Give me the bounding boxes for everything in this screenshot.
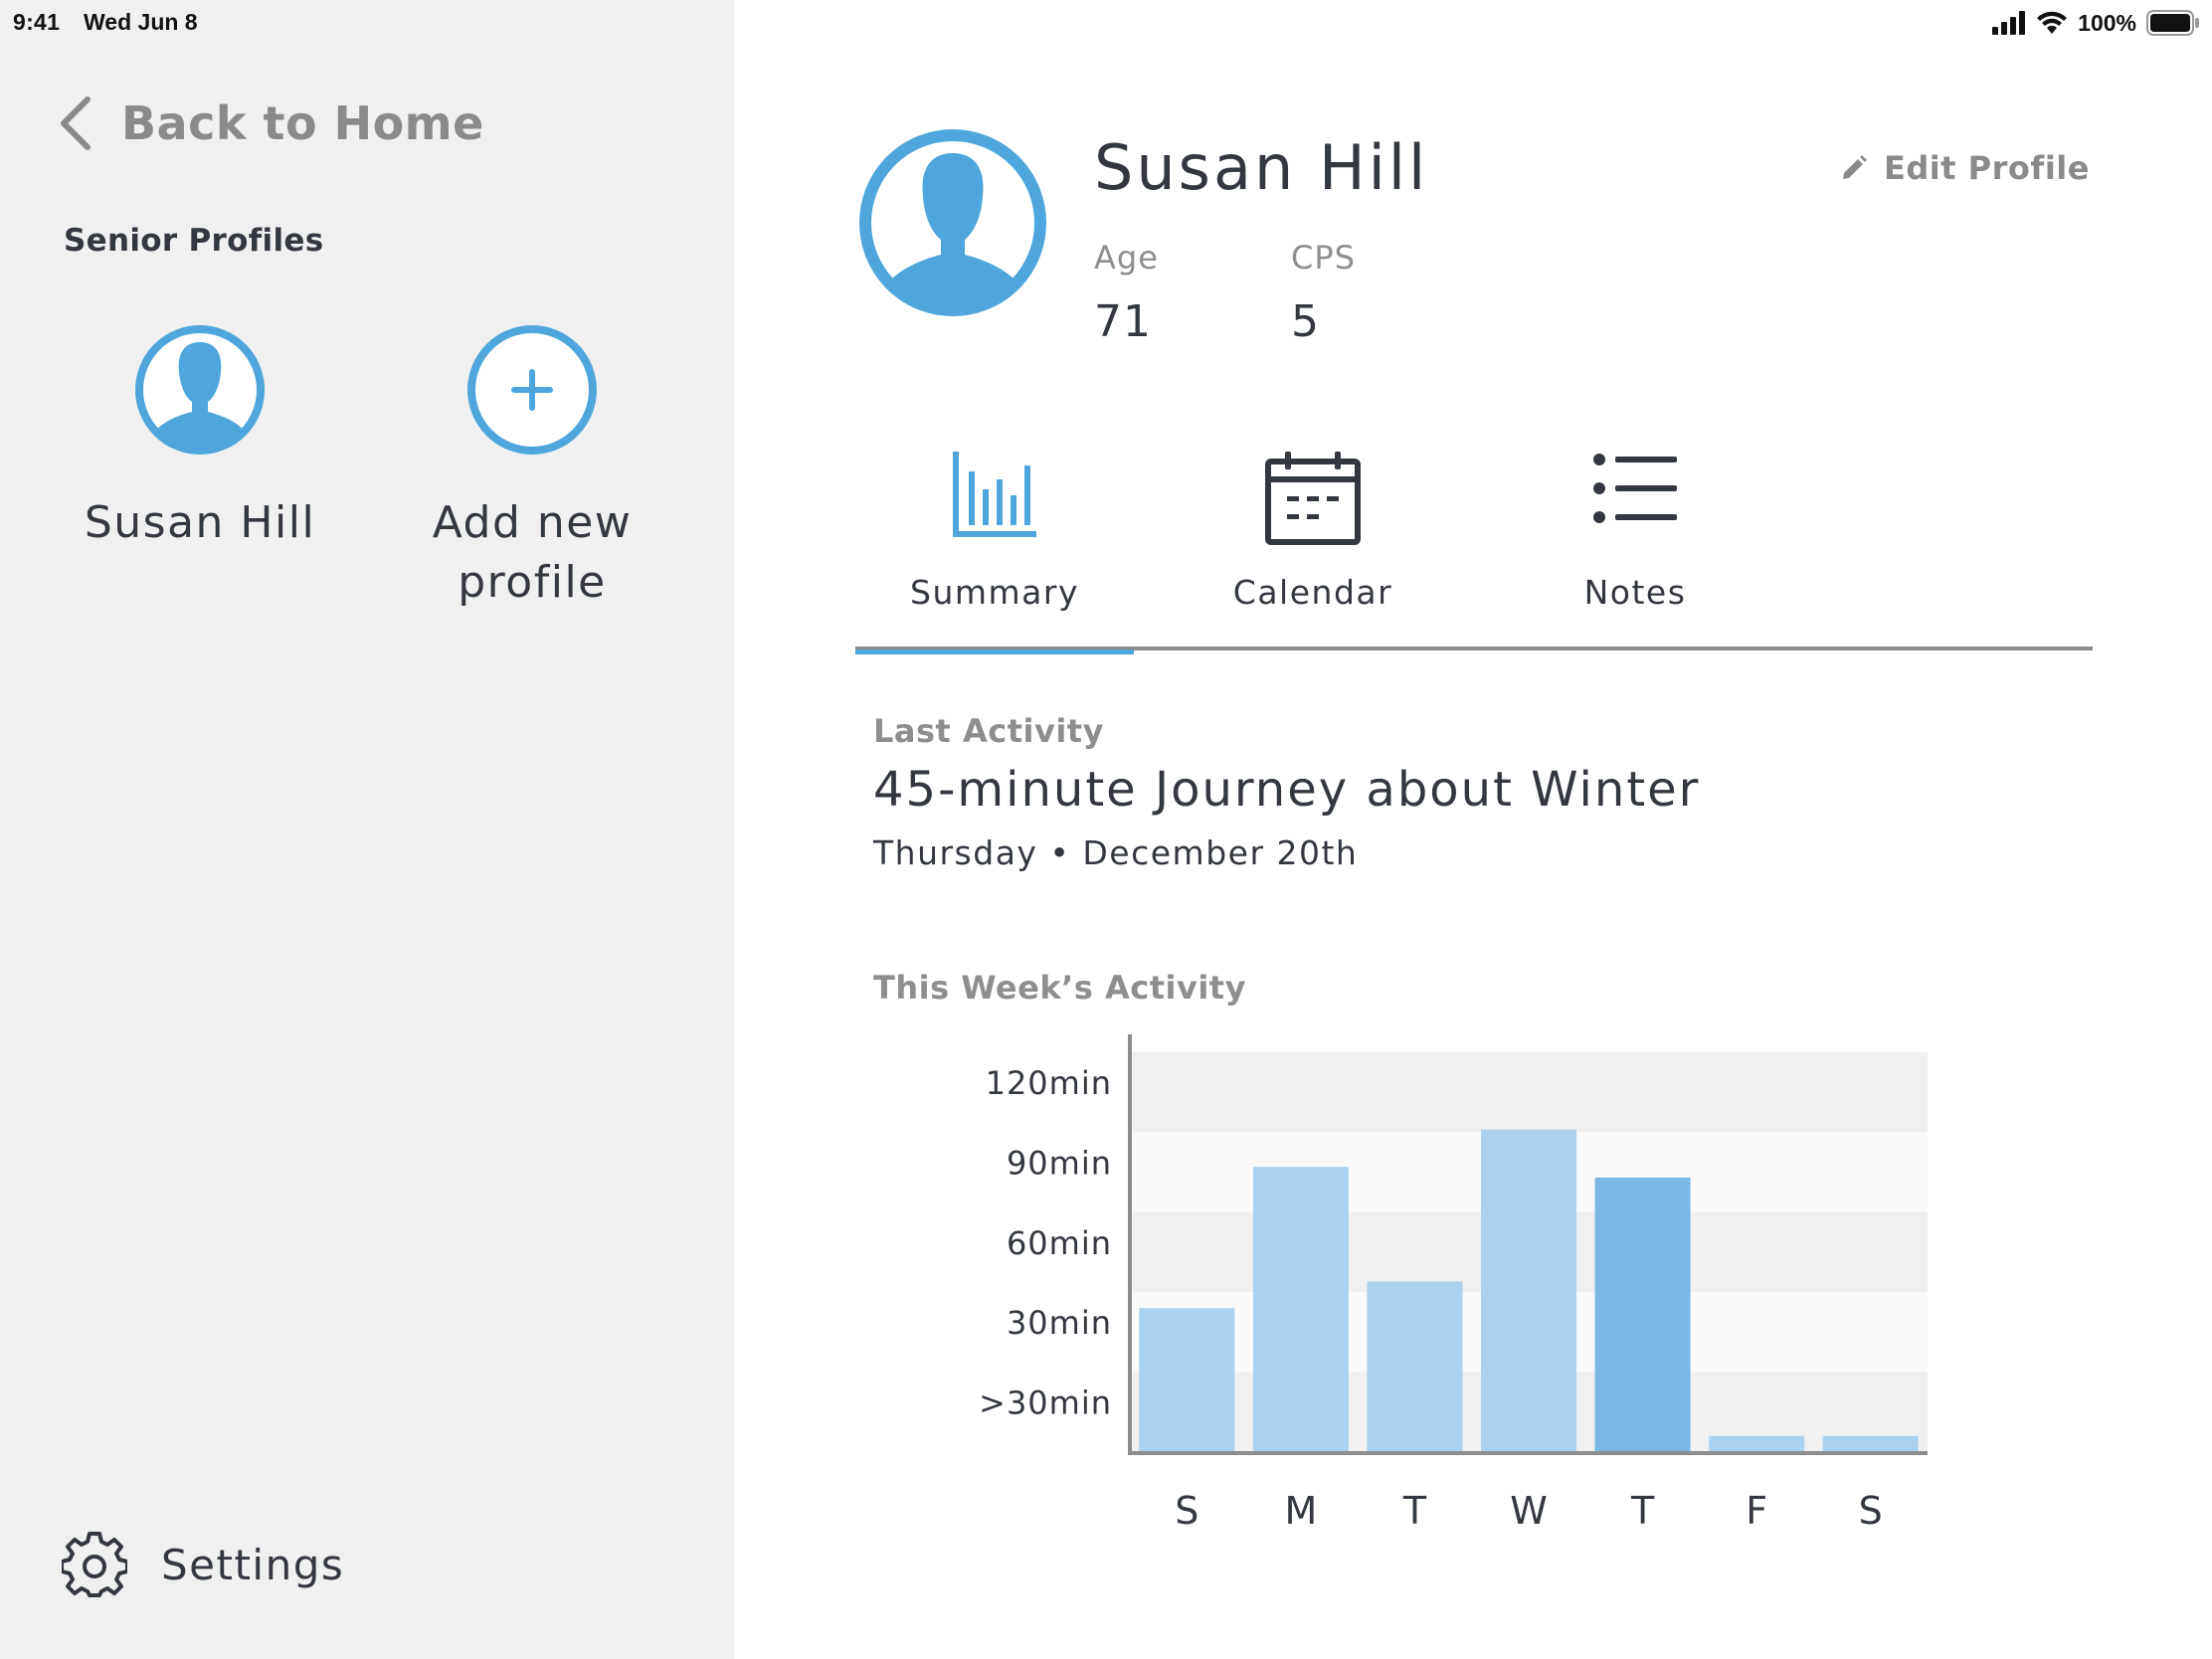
weekly-activity-chart: >30min 30min 60min 90min 120min S M T W T F S [979,1034,1928,1533]
last-activity-date: Thursday • December 20th [873,833,1359,872]
y-tick-label: 120min [986,1064,1112,1102]
profile-name-heading: Susan Hill [1094,131,1429,204]
status-bar: 9:41 Wed Jun 8 100% [0,0,2212,48]
battery-percentage: 100% [2078,9,2136,36]
x-tick-label: S [1175,1489,1198,1533]
x-tick-label: F [1746,1489,1767,1533]
chart-bar [1822,1435,1919,1452]
age-label: Age [1094,239,1159,276]
tab-summary[interactable]: Summary [855,428,1134,654]
add-new-profile-line2: profile [458,557,607,608]
x-tick-label: W [1510,1489,1548,1533]
y-tick-label: 90min [1007,1144,1112,1182]
tab-notes[interactable]: Notes [1496,428,1774,650]
active-tab-indicator [855,649,1134,654]
week-activity-label: This Week’s Activity [873,969,1246,1007]
add-new-profile-line1: Add new [432,497,633,548]
add-new-profile-button[interactable]: Add new profile [383,324,681,613]
settings-button[interactable]: Settings [62,1532,344,1597]
back-to-home-label: Back to Home [121,96,484,150]
status-time: 9:41 [13,9,61,35]
chart-bar [1481,1129,1576,1452]
list-icon [1593,454,1677,523]
cps-stat: CPS 5 [1291,239,1356,347]
x-tick-label: T [1402,1489,1427,1533]
chart-bar [1139,1308,1235,1452]
status-date: Wed Jun 8 [84,9,198,35]
chart-bar [1709,1435,1805,1452]
tab-calendar-label: Calendar [1232,573,1393,612]
chart-bar [1252,1167,1349,1452]
gear-icon [62,1532,127,1597]
status-indicators: 100% [1992,8,2200,38]
cps-value: 5 [1291,296,1320,347]
chevron-left-icon [61,96,91,150]
chart-bar [1594,1177,1691,1452]
battery-icon [2146,10,2199,36]
y-tick-label: 30min [1007,1304,1112,1342]
chart-bar [1367,1281,1463,1452]
plus-circle-icon [467,325,597,455]
profile-avatar-icon [859,129,1046,316]
y-tick-label: 60min [1007,1224,1112,1262]
last-activity-label: Last Activity [873,712,1104,750]
settings-label: Settings [161,1540,345,1589]
profile-name: Susan Hill [84,497,316,548]
add-new-profile-label: Add new profile [383,493,681,613]
age-stat: Age 71 [1094,239,1159,347]
tab-calendar[interactable]: Calendar [1174,428,1452,650]
person-avatar-icon [135,325,265,455]
edit-profile-button[interactable]: Edit Profile [1840,149,2090,187]
bar-chart-icon [953,452,1036,537]
last-activity-title: 45-minute Journey about Winter [873,762,1701,818]
cps-label: CPS [1291,239,1356,276]
back-to-home-link[interactable]: Back to Home [58,95,484,151]
tab-summary-label: Summary [910,573,1079,612]
pencil-icon [1843,155,1867,179]
profile-tile-susan-hill[interactable]: Susan Hill [51,324,349,553]
calendar-icon [1265,452,1361,545]
wifi-icon [2037,11,2068,34]
y-tick-label: >30min [979,1384,1112,1422]
main-content: Susan Hill Edit Profile Age 71 CPS 5 Sum… [734,0,2212,1659]
grid-band [1130,1052,1928,1133]
cellular-signal-icon [1992,11,2026,35]
tab-notes-label: Notes [1583,573,1687,612]
x-tick-label: M [1284,1489,1317,1533]
profile-tabs: Summary Calendar Notes [855,428,2093,654]
x-tick-label: S [1859,1489,1883,1533]
section-title: Senior Profiles [64,223,324,259]
age-value: 71 [1094,296,1152,347]
x-tick-label: T [1630,1489,1655,1533]
sidebar: Back to Home Senior Profiles Susan Hill … [0,0,734,1659]
edit-profile-label: Edit Profile [1884,149,2090,187]
